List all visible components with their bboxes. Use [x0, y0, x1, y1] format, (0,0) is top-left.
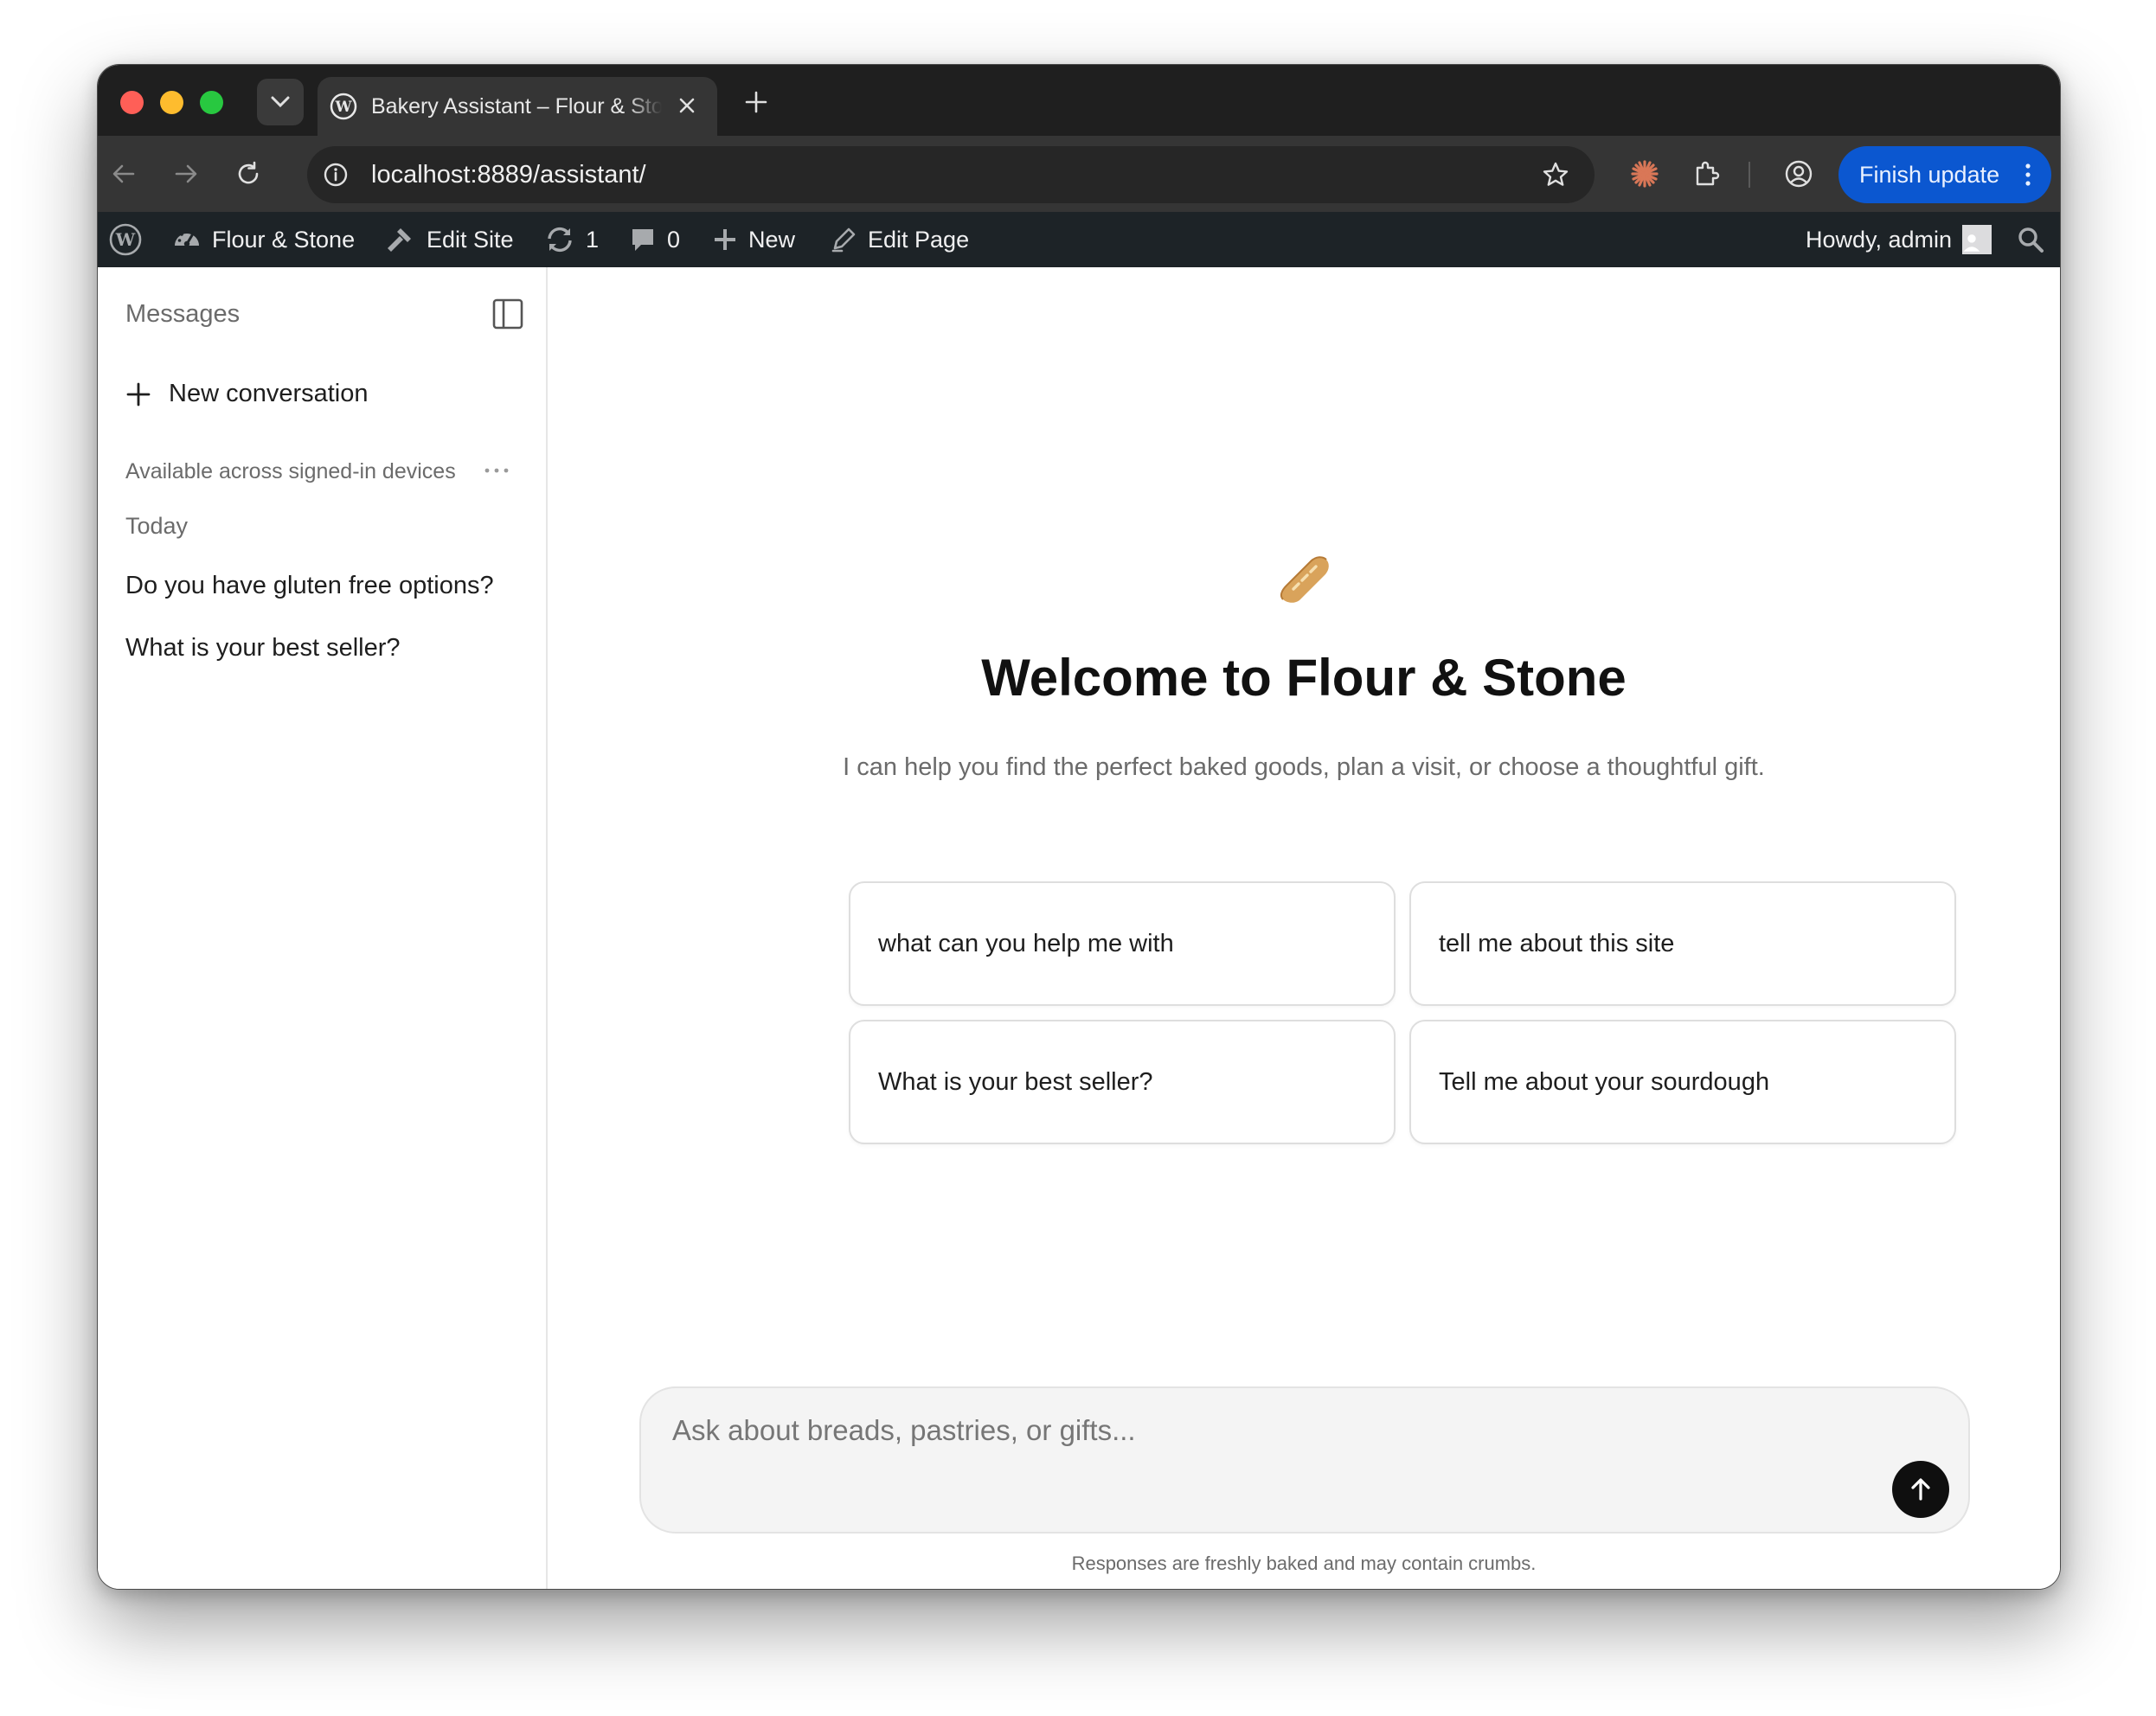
more-horizontal-icon[interactable]: [484, 466, 510, 475]
new-content-label: New: [748, 226, 796, 253]
wp-admin-bar: W Flour & Stone Edit Site 1 0 New Edit P…: [98, 212, 2060, 267]
extensions-button[interactable]: [1686, 153, 1728, 195]
send-button[interactable]: [1892, 1461, 1949, 1518]
edit-page-link[interactable]: Edit Page: [830, 212, 969, 267]
howdy-label: Howdy, admin: [1806, 226, 1953, 253]
url-text: localhost:8889/assistant/: [371, 161, 646, 189]
close-tab-button[interactable]: [674, 93, 700, 118]
admin-search-button[interactable]: [2017, 212, 2055, 267]
plus-icon: [745, 91, 767, 113]
profile-button[interactable]: [1778, 153, 1819, 195]
new-conversation-label: New conversation: [169, 380, 369, 407]
conversation-item[interactable]: Do you have gluten free options?: [125, 572, 494, 600]
plus-icon: [715, 229, 735, 250]
edit-site-label: Edit Site: [427, 226, 514, 253]
edit-site-link[interactable]: Edit Site: [385, 212, 514, 267]
wordpress-icon: W: [330, 93, 357, 120]
suggestion-label: tell me about this site: [1439, 929, 1675, 957]
arrow-left-icon: [112, 164, 135, 183]
forward-button[interactable]: [165, 153, 207, 195]
new-tab-button[interactable]: [738, 84, 774, 120]
pencil-icon: [831, 227, 856, 253]
comments-count: 0: [667, 226, 681, 253]
comment-icon: [632, 229, 653, 251]
tab-search-button[interactable]: [257, 79, 304, 125]
close-window-button[interactable]: [120, 91, 144, 114]
welcome-subtitle: I can help you find the perfect baked go…: [843, 753, 1765, 781]
new-conversation-button[interactable]: New conversation: [125, 380, 369, 408]
bookmark-button[interactable]: [1539, 158, 1572, 191]
reload-button[interactable]: [228, 153, 269, 195]
messages-sidebar: Messages New conversation Available acro…: [98, 267, 548, 1589]
user-silhouette-icon: [1963, 234, 1980, 252]
finish-update-button[interactable]: Finish update: [1838, 146, 2051, 203]
claude-extension-button[interactable]: [1624, 153, 1665, 195]
suggestion-label: Tell me about your sourdough: [1439, 1067, 1770, 1096]
reload-icon: [238, 161, 259, 184]
message-composer: [639, 1386, 1970, 1534]
suggestion-label: What is your best seller?: [878, 1067, 1153, 1096]
dashboard-icon: [175, 230, 199, 247]
star-icon: [1543, 162, 1569, 186]
arrow-up-icon: [1911, 1478, 1930, 1501]
profile-icon: [1785, 160, 1813, 188]
tab-strip: W Bakery Assistant – Flour & Stone: [98, 65, 2060, 136]
wp-logo-menu[interactable]: W: [108, 212, 153, 267]
svg-text:W: W: [115, 229, 136, 250]
suggestion-card[interactable]: What is your best seller?: [849, 1020, 1396, 1144]
maximize-window-button[interactable]: [200, 91, 223, 114]
search-icon: [2018, 227, 2044, 253]
group-label-today: Today: [125, 513, 189, 539]
sidebar-title: Messages: [125, 300, 241, 328]
suggestion-card[interactable]: tell me about this site: [1409, 881, 1956, 1006]
conversation-item[interactable]: What is your best seller?: [125, 634, 401, 663]
address-bar[interactable]: localhost:8889/assistant/: [307, 146, 1595, 203]
info-icon: [324, 163, 348, 187]
edit-page-label: Edit Page: [868, 226, 970, 253]
tab-title: Bakery Assistant – Flour & Stone: [371, 93, 662, 118]
more-vertical-icon: [2025, 163, 2031, 186]
suggestion-label: what can you help me with: [878, 929, 1174, 957]
back-button[interactable]: [103, 153, 144, 195]
chevron-down-icon: [271, 96, 290, 108]
update-icon: [548, 227, 572, 253]
suggestion-card[interactable]: Tell me about your sourdough: [1409, 1020, 1956, 1144]
my-account-menu[interactable]: Howdy, admin: [1806, 212, 1992, 267]
active-tab[interactable]: W Bakery Assistant – Flour & Stone: [318, 77, 717, 136]
site-name-label: Flour & Stone: [212, 226, 356, 253]
close-icon: [679, 98, 695, 113]
avatar: [1962, 225, 1992, 254]
browser-toolbar: localhost:8889/assistant/ Finish update: [98, 136, 2060, 212]
minimize-window-button[interactable]: [160, 91, 183, 114]
baguette-icon: [1280, 556, 1329, 603]
new-content-menu[interactable]: New: [712, 212, 795, 267]
puzzle-icon: [1696, 161, 1720, 186]
plus-icon: [126, 382, 151, 406]
hammer-icon: [388, 228, 411, 252]
site-info-button[interactable]: [319, 158, 352, 191]
welcome-title: Welcome to Flour & Stone: [981, 649, 1627, 707]
toolbar-divider: [1749, 162, 1750, 188]
updates-link[interactable]: 1: [544, 212, 599, 267]
chat-main: Welcome to Flour & Stone I can help you …: [548, 267, 2060, 1589]
updates-count: 1: [586, 226, 600, 253]
site-name-menu[interactable]: Flour & Stone: [172, 212, 355, 267]
claude-icon: [1631, 160, 1659, 188]
message-input[interactable]: [672, 1414, 1797, 1447]
comments-link[interactable]: 0: [629, 212, 680, 267]
suggestion-card[interactable]: what can you help me with: [849, 881, 1396, 1006]
sync-note: Available across signed-in devices: [125, 459, 456, 483]
svg-text:W: W: [334, 99, 352, 116]
sidebar-toggle-icon[interactable]: [491, 297, 525, 331]
wordpress-icon: W: [109, 223, 142, 256]
disclaimer-text: Responses are freshly baked and may cont…: [1071, 1553, 1537, 1574]
browser-window: W Bakery Assistant – Flour & Stone local…: [97, 64, 2061, 1590]
arrow-right-icon: [175, 164, 197, 183]
finish-update-label: Finish update: [1859, 161, 2000, 188]
